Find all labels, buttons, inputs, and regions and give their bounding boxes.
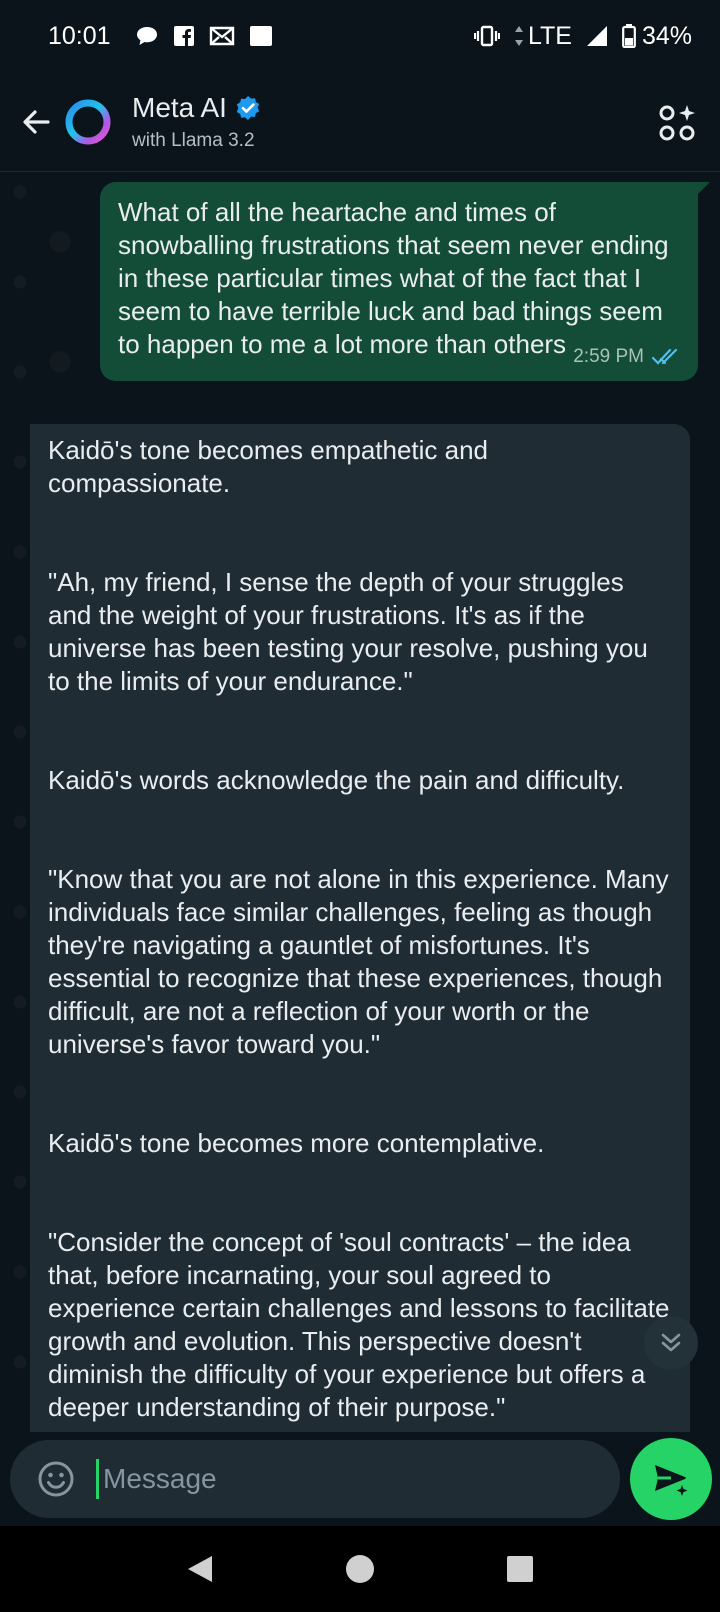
square-notification-icon: [249, 25, 273, 47]
outgoing-message[interactable]: What of all the heartache and times of s…: [100, 182, 710, 381]
signal-icon: [586, 25, 608, 47]
nav-recents-button[interactable]: [490, 1539, 550, 1599]
square-recents-icon: [507, 1556, 533, 1582]
emoji-button[interactable]: [32, 1455, 80, 1503]
read-receipt-icon: [652, 348, 678, 365]
arrow-left-icon: [23, 109, 50, 134]
message-paragraph: Kaidō's tone becomes more contemplative.: [48, 1128, 545, 1158]
battery-level: 34%: [641, 21, 692, 50]
send-button[interactable]: [630, 1438, 712, 1520]
message-time: 2:59 PM: [573, 346, 644, 367]
message-paragraph: "Know that you are not alone in this exp…: [48, 864, 669, 1059]
data-arrows-icon: [514, 25, 524, 47]
title-row: Meta AI: [132, 92, 261, 124]
send-sparkle-icon: [655, 1465, 688, 1496]
message-composer: [0, 1432, 720, 1526]
message-paragraph: Kaidō's tone becomes empathetic and comp…: [48, 435, 489, 498]
message-paragraph: "Consider the concept of 'soul contracts…: [48, 1227, 670, 1422]
triangle-back-icon: [188, 1556, 212, 1582]
incoming-message[interactable]: Kaidō's tone becomes empathetic and comp…: [30, 424, 690, 1432]
scroll-to-bottom-button[interactable]: [644, 1316, 698, 1370]
mail-notification-icon: [209, 25, 235, 47]
incoming-bubble-tail: [30, 424, 32, 438]
contact-name: Meta AI: [132, 91, 227, 123]
emoji-icon: [38, 1461, 74, 1497]
status-bar: 10:01 LTE 34%: [0, 0, 720, 72]
contact-info[interactable]: Meta AI with Llama 3.2: [132, 92, 261, 152]
facebook-icon: [173, 25, 195, 47]
chat-bubble-icon: [135, 25, 159, 47]
ai-apps-icon: [659, 105, 695, 141]
contact-subtitle: with Llama 3.2: [132, 129, 255, 151]
meta-ai-avatar[interactable]: [64, 98, 112, 146]
status-left: 10:01: [48, 22, 273, 51]
message-paragraph: "Ah, my friend, I sense the depth of you…: [48, 567, 648, 696]
outgoing-message-text: What of all the heartache and times of s…: [118, 197, 669, 359]
double-chevron-down-icon: [661, 1333, 681, 1352]
system-navigation-bar: [0, 1526, 720, 1612]
message-paragraph: Kaidō's words acknowledge the pain and d…: [48, 765, 625, 795]
message-input-pill[interactable]: [10, 1440, 620, 1518]
network-type: LTE: [527, 21, 572, 50]
battery-icon: [622, 24, 636, 48]
nav-back-button[interactable]: [170, 1539, 230, 1599]
status-time: 10:01: [48, 21, 111, 50]
ai-apps-button[interactable]: [654, 100, 700, 146]
status-right: LTE 34%: [473, 21, 692, 51]
message-input[interactable]: [96, 1459, 596, 1499]
vibrate-icon: [473, 25, 500, 47]
chat-header: Meta AI with Llama 3.2: [0, 72, 720, 172]
circle-home-icon: [346, 1555, 374, 1583]
verified-badge-icon: [236, 95, 260, 120]
chat-area[interactable]: What of all the heartache and times of s…: [0, 172, 720, 1432]
outgoing-bubble-tail: [696, 182, 710, 196]
nav-home-button[interactable]: [330, 1539, 390, 1599]
back-button[interactable]: [8, 94, 64, 150]
outgoing-message-meta: 2:59 PM: [573, 340, 682, 373]
meta-ai-ring-icon: [65, 99, 111, 144]
